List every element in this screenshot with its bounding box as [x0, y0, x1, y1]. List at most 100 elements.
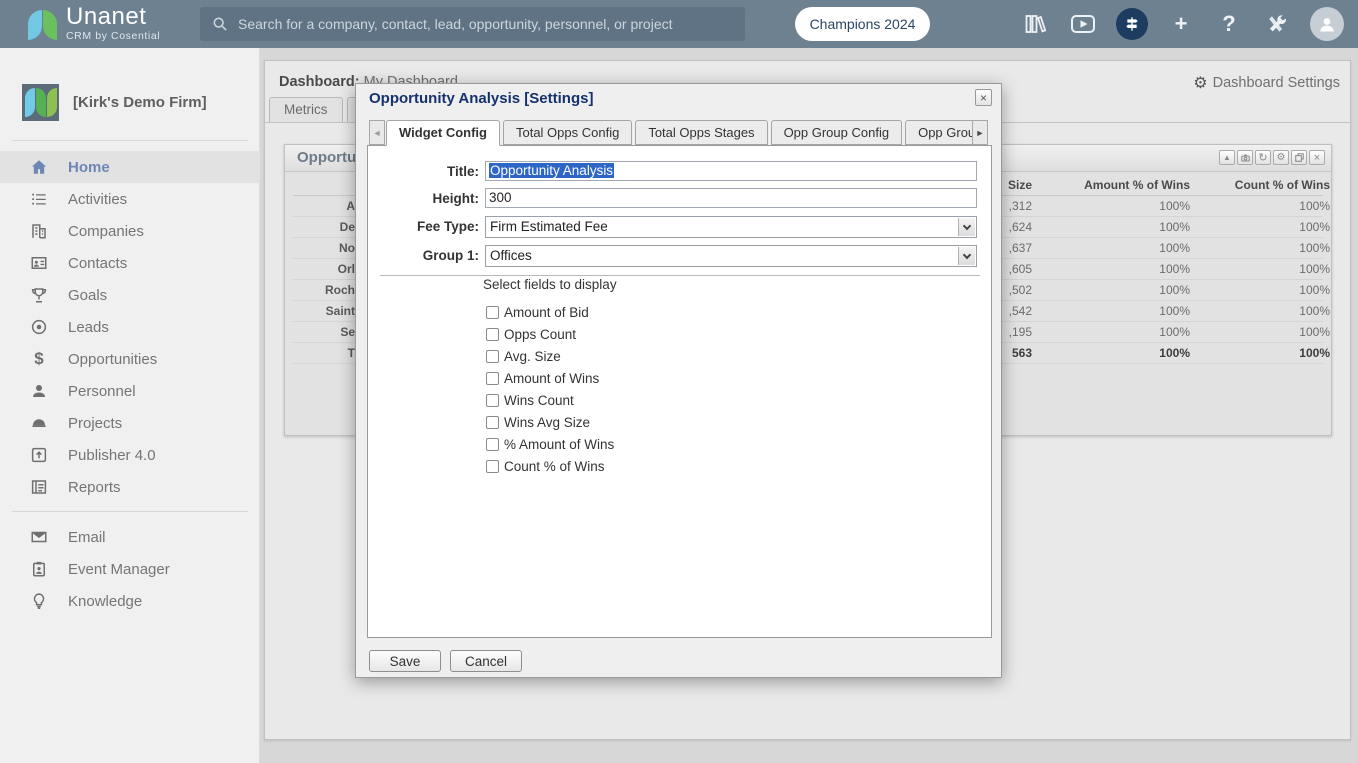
gear-icon: ⚙ — [1193, 73, 1207, 93]
close-icon[interactable]: × — [975, 89, 992, 106]
dashboard-settings-label: Dashboard Settings — [1213, 75, 1340, 91]
sidebar-item-goals[interactable]: Goals — [0, 279, 260, 311]
opportunity-analysis-settings-modal: Opportunity Analysis [Settings] × ◄ Widg… — [355, 83, 1002, 678]
sidebar-item-opportunities[interactable]: $ Opportunities — [0, 343, 260, 375]
widget-snapshot-button[interactable] — [1237, 150, 1253, 165]
sidebar-item-label: Projects — [68, 415, 122, 432]
user-avatar[interactable] — [1310, 7, 1344, 41]
checkbox-icon[interactable] — [486, 460, 499, 473]
sidebar-item-projects[interactable]: Projects — [0, 407, 260, 439]
title-input[interactable]: Opportunity Analysis — [485, 161, 977, 181]
sidebar-item-label: Reports — [68, 479, 121, 496]
height-input[interactable]: 300 — [485, 188, 977, 208]
contacts-icon — [28, 254, 50, 272]
checkbox-icon[interactable] — [486, 328, 499, 341]
sidebar: [Kirk's Demo Firm] Home Activities Compa… — [0, 48, 260, 763]
tab-opp-group-clipped[interactable]: Opp Grou — [905, 120, 972, 145]
modal-title: Opportunity Analysis [Settings] — [369, 90, 593, 107]
signpost-icon[interactable] — [1116, 8, 1148, 40]
tools-icon[interactable] — [1262, 9, 1292, 39]
sidebar-item-label: Event Manager — [68, 561, 170, 578]
widget-settings-button[interactable]: ⚙ — [1273, 150, 1289, 165]
sidebar-item-contacts[interactable]: Contacts — [0, 247, 260, 279]
sidebar-item-label: Leads — [68, 319, 109, 336]
app-window: Unanet CRM by Cosential Champions 2024 +… — [0, 0, 1358, 763]
checkbox-wins-avg-size[interactable]: Wins Avg Size — [486, 414, 590, 430]
checkbox-icon[interactable] — [486, 416, 499, 429]
checkbox-avg-size[interactable]: Avg. Size — [486, 348, 561, 364]
checkbox-pct-amount-of-wins[interactable]: % Amount of Wins — [486, 436, 614, 452]
video-icon[interactable] — [1068, 9, 1098, 39]
leads-icon — [28, 318, 50, 336]
global-search-input[interactable] — [200, 7, 745, 41]
checkbox-icon[interactable] — [486, 306, 499, 319]
tab-widget-config[interactable]: Widget Config — [386, 120, 500, 146]
unanet-logo[interactable]: Unanet CRM by Cosential — [28, 5, 160, 42]
checkbox-icon[interactable] — [486, 394, 499, 407]
tab-total-opps-stages[interactable]: Total Opps Stages — [635, 120, 767, 145]
champions-2024-button[interactable]: Champions 2024 — [795, 7, 930, 41]
plus-icon[interactable]: + — [1166, 9, 1196, 39]
sidebar-item-label: Goals — [68, 287, 107, 304]
chevron-down-icon[interactable] — [958, 218, 975, 236]
sidebar-item-email[interactable]: Email — [0, 521, 260, 553]
sidebar-item-publisher[interactable]: Publisher 4.0 — [0, 439, 260, 471]
tab-scroll-left-icon[interactable]: ◄ — [369, 120, 385, 145]
group1-field-label: Group 1: — [378, 245, 479, 266]
widget-close-button[interactable]: × — [1309, 150, 1325, 165]
sidebar-item-reports[interactable]: Reports — [0, 471, 260, 503]
checkbox-opps-count[interactable]: Opps Count — [486, 326, 576, 342]
checkbox-amount-of-bid[interactable]: Amount of Bid — [486, 304, 589, 320]
sidebar-item-label: Companies — [68, 223, 144, 240]
checkbox-icon[interactable] — [486, 372, 499, 385]
dashboard-label: Dashboard: — [279, 74, 360, 90]
title-input-selected-text: Opportunity Analysis — [489, 163, 614, 178]
sidebar-divider — [12, 511, 248, 512]
dashboard-settings-button[interactable]: ⚙ Dashboard Settings — [1193, 73, 1340, 93]
sidebar-item-label: Personnel — [68, 383, 136, 400]
tab-scroll-right-icon[interactable]: ► — [972, 120, 988, 145]
sidebar-item-event-manager[interactable]: Event Manager — [0, 553, 260, 585]
title-field-label: Title: — [378, 161, 479, 182]
checkbox-icon[interactable] — [486, 438, 499, 451]
sidebar-item-label: Activities — [68, 191, 127, 208]
tab-metrics[interactable]: Metrics — [269, 97, 343, 122]
companies-icon — [28, 222, 50, 240]
activities-icon — [28, 190, 50, 208]
library-icon[interactable] — [1020, 9, 1050, 39]
cancel-button[interactable]: Cancel — [450, 650, 522, 672]
checkbox-count-pct-of-wins[interactable]: Count % of Wins — [486, 458, 605, 474]
checkbox-amount-of-wins[interactable]: Amount of Wins — [486, 370, 599, 386]
sidebar-item-activities[interactable]: Activities — [0, 183, 260, 215]
checkbox-icon[interactable] — [486, 350, 499, 363]
knowledge-icon — [28, 592, 50, 610]
widget-collapse-button[interactable]: ▲ — [1219, 150, 1235, 165]
goals-icon — [28, 286, 50, 304]
group1-value: Offices — [490, 248, 532, 263]
sidebar-item-personnel[interactable]: Personnel — [0, 375, 260, 407]
widget-title: Opportur — [297, 149, 357, 166]
sidebar-item-companies[interactable]: Companies — [0, 215, 260, 247]
checkbox-wins-count[interactable]: Wins Count — [486, 392, 574, 408]
firm-name: [Kirk's Demo Firm] — [73, 94, 207, 111]
widget-popout-button[interactable] — [1291, 150, 1307, 165]
brand-name: Unanet — [66, 5, 160, 29]
sidebar-item-knowledge[interactable]: Knowledge — [0, 585, 260, 617]
group1-select[interactable]: Offices — [485, 245, 977, 267]
dollar-icon: $ — [28, 351, 50, 367]
fields-heading: Select fields to display — [483, 277, 617, 292]
tab-total-opps-config[interactable]: Total Opps Config — [503, 120, 632, 145]
fee-type-value: Firm Estimated Fee — [490, 219, 608, 234]
sidebar-item-home[interactable]: Home — [0, 151, 260, 183]
chevron-down-icon[interactable] — [958, 247, 975, 265]
top-navbar: Unanet CRM by Cosential Champions 2024 +… — [0, 0, 1358, 48]
sidebar-item-label: Home — [68, 159, 110, 176]
sidebar-item-leads[interactable]: Leads — [0, 311, 260, 343]
sidebar-item-label: Opportunities — [68, 351, 157, 368]
widget-refresh-button[interactable]: ↻ — [1255, 150, 1271, 165]
fee-type-select[interactable]: Firm Estimated Fee — [485, 216, 977, 238]
email-icon — [28, 528, 50, 546]
help-icon[interactable]: ? — [1214, 9, 1244, 39]
tab-opp-group-config[interactable]: Opp Group Config — [771, 120, 903, 145]
save-button[interactable]: Save — [369, 650, 441, 672]
